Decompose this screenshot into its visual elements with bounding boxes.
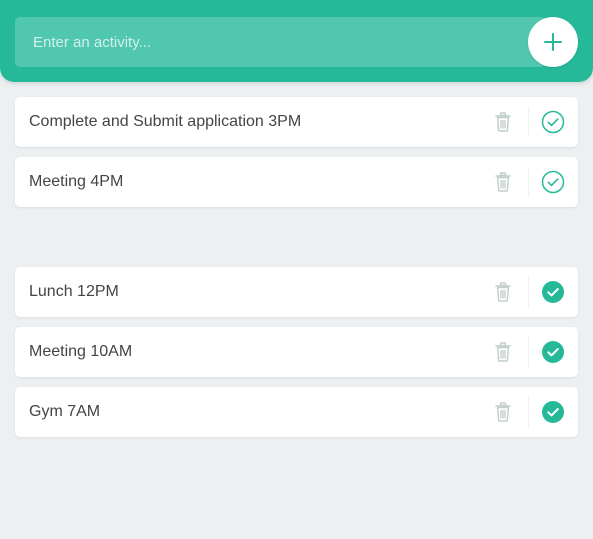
todo-item: Complete and Submit application 3PM [15,97,578,147]
header-bar [0,0,593,82]
delete-button[interactable] [478,327,528,377]
plus-icon [544,33,562,51]
complete-button[interactable] [528,157,578,207]
completed-todo-list: Lunch 12PM Meeting 10AM Gym 7AM [15,267,578,447]
uncomplete-button[interactable] [528,387,578,437]
check-circle-outline-icon [541,110,565,134]
check-circle-outline-icon [541,170,565,194]
todo-item: Meeting 4PM [15,157,578,207]
uncomplete-button[interactable] [528,267,578,317]
todo-item-text: Complete and Submit application 3PM [29,113,302,130]
add-activity-input[interactable] [15,17,563,67]
delete-button[interactable] [478,97,528,147]
check-circle-filled-icon [542,401,564,423]
check-circle-filled-icon [542,281,564,303]
add-activity-button[interactable] [528,17,578,67]
check-circle-filled-icon [542,341,564,363]
trash-icon [495,402,511,422]
pending-todo-list: Complete and Submit application 3PM Meet… [15,97,578,217]
trash-icon [495,172,511,192]
delete-button[interactable] [478,267,528,317]
completed-item: Gym 7AM [15,387,578,437]
completed-item-text: Lunch 12PM [29,283,119,300]
todo-item-text: Meeting 4PM [29,173,124,190]
delete-button[interactable] [478,157,528,207]
trash-icon [495,112,511,132]
completed-item-text: Meeting 10AM [29,343,133,360]
todo-app: Complete and Submit application 3PM [0,0,593,539]
trash-icon [495,282,511,302]
complete-button[interactable] [528,97,578,147]
completed-item: Lunch 12PM [15,267,578,317]
delete-button[interactable] [478,387,528,437]
completed-item-text: Gym 7AM [29,403,101,420]
completed-item: Meeting 10AM [15,327,578,377]
uncomplete-button[interactable] [528,327,578,377]
trash-icon [495,342,511,362]
